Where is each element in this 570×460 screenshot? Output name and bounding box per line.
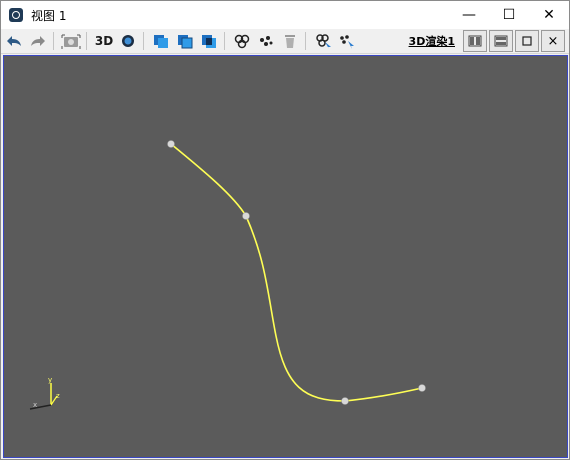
- spline-curve: [170, 143, 423, 402]
- 3d-viewport[interactable]: y z x: [3, 55, 568, 458]
- select-points-icon: [340, 35, 354, 49]
- close-panel-button[interactable]: ×: [541, 30, 565, 52]
- minimize-button[interactable]: —: [449, 1, 489, 29]
- axis-label-x: x: [33, 401, 37, 409]
- viewport-canvas: y z x: [29, 140, 426, 410]
- camera-fit-icon: [61, 34, 81, 49]
- delete-button[interactable]: [279, 30, 301, 52]
- boolean-subtract-button[interactable]: [174, 30, 196, 52]
- axis-triad: y z x: [29, 376, 60, 410]
- window-title: 视图 1: [31, 8, 67, 23]
- boolean-intersect-button[interactable]: [198, 30, 220, 52]
- app-icon: [9, 8, 23, 22]
- control-point[interactable]: [341, 397, 349, 405]
- toolbar-separator: [143, 32, 144, 50]
- sphere-button[interactable]: [117, 30, 139, 52]
- undo-button[interactable]: [3, 30, 25, 52]
- close-button[interactable]: ✕: [529, 1, 569, 29]
- title-bar: 视图 1 — ☐ ✕: [1, 1, 569, 29]
- boolean-intersect-icon: [202, 35, 216, 48]
- toolbar-separator: [53, 32, 54, 50]
- toolbar-separator: [86, 32, 87, 50]
- 3d-view-button[interactable]: 3D: [93, 30, 115, 52]
- control-point[interactable]: [167, 140, 175, 148]
- trash-icon: [285, 35, 295, 48]
- axis-label-z: z: [56, 392, 60, 400]
- redo-button[interactable]: [27, 30, 49, 52]
- render-3d-link[interactable]: 3D渲染1: [409, 33, 455, 49]
- select-circles-icon: [316, 34, 331, 49]
- split-vertical-icon: [468, 35, 482, 47]
- split-horizontal-button[interactable]: [489, 30, 513, 52]
- scatter-points-icon: [260, 36, 273, 46]
- select-circles-button[interactable]: [312, 30, 334, 52]
- boolean-union-icon: [154, 35, 168, 48]
- boolean-union-button[interactable]: [150, 30, 172, 52]
- toolbar: 3D 3D渲染1 ×: [1, 29, 569, 54]
- select-points-button[interactable]: [336, 30, 358, 52]
- scatter-points-button[interactable]: [255, 30, 277, 52]
- split-vertical-button[interactable]: [463, 30, 487, 52]
- three-circles-button[interactable]: [231, 30, 253, 52]
- view-window: 视图 1 — ☐ ✕ 3D 3D渲染1 × y z x: [0, 0, 570, 460]
- restore-panel-icon: [522, 36, 532, 46]
- sphere-icon: [122, 35, 134, 47]
- control-point[interactable]: [418, 384, 426, 392]
- control-point[interactable]: [242, 212, 250, 220]
- maximize-button[interactable]: ☐: [489, 1, 529, 29]
- boolean-subtract-icon: [178, 35, 193, 49]
- window-controls: — ☐ ✕: [449, 1, 569, 29]
- split-horizontal-icon: [494, 35, 508, 47]
- toolbar-separator: [224, 32, 225, 50]
- camera-fit-button[interactable]: [60, 30, 82, 52]
- axis-label-y: y: [48, 376, 52, 384]
- restore-panel-button[interactable]: [515, 30, 539, 52]
- undo-icon: [7, 36, 21, 46]
- three-circles-icon: [234, 34, 250, 49]
- redo-icon: [31, 36, 45, 46]
- toolbar-separator: [305, 32, 306, 50]
